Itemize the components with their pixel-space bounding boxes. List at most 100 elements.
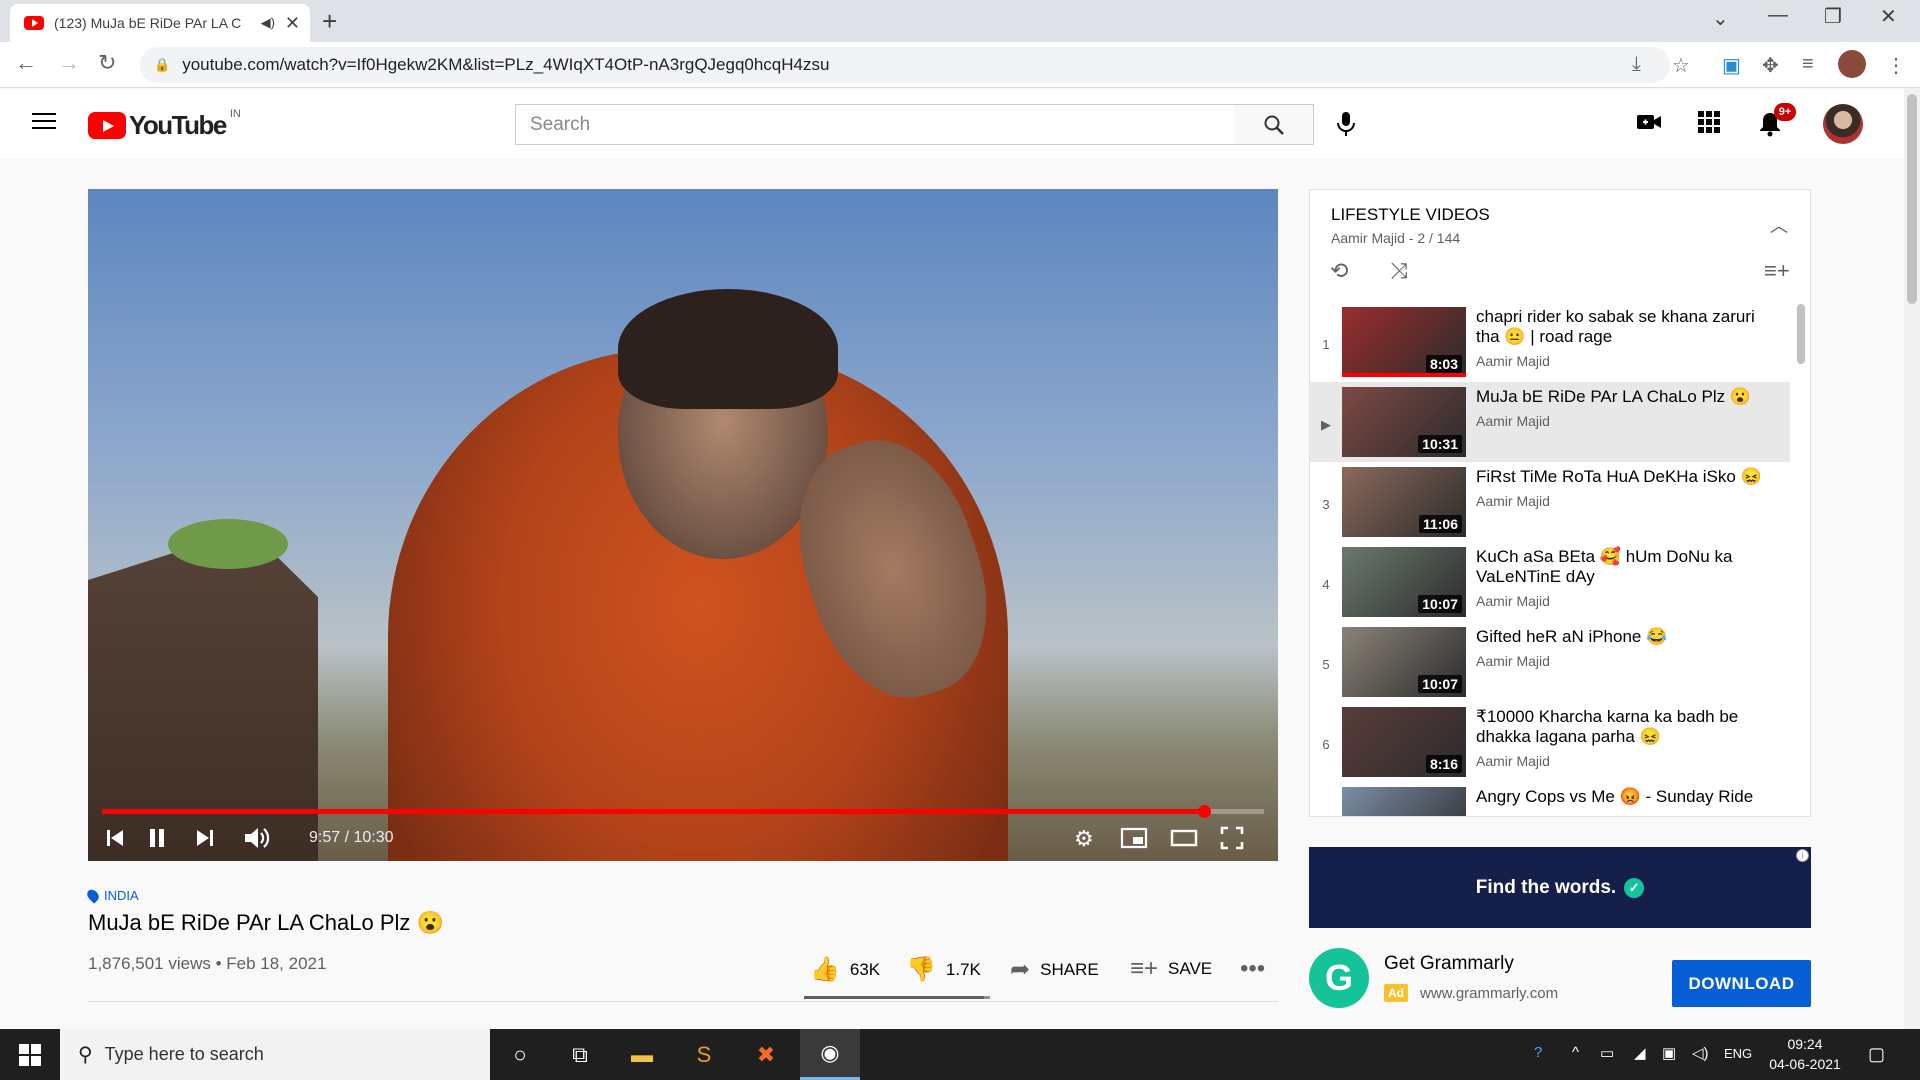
page-scrollbar[interactable]: [1904, 88, 1920, 1029]
dislike-button[interactable]: 👎 1.7K: [906, 955, 981, 984]
playlist-item-title[interactable]: chapri rider ko sabak se khana zaruri th…: [1476, 307, 1776, 347]
task-view-icon[interactable]: ⧉: [550, 1029, 610, 1080]
watched-progress: [1342, 373, 1466, 377]
sublime-text-icon[interactable]: S: [674, 1029, 734, 1080]
search-icon: [1264, 115, 1284, 135]
search-button[interactable]: [1234, 104, 1314, 145]
file-explorer-icon[interactable]: ▬: [612, 1029, 672, 1080]
grammarly-logo-icon[interactable]: G: [1309, 948, 1369, 1008]
playlist-item-thumbnail[interactable]: [1342, 787, 1466, 816]
playlist-item-title[interactable]: Gifted heR aN iPhone 😂: [1476, 627, 1776, 647]
playlist-item-thumbnail[interactable]: 10:07: [1342, 627, 1466, 697]
reload-icon[interactable]: ↻: [98, 50, 116, 76]
playlist-title[interactable]: LIFESTYLE VIDEOS: [1331, 205, 1490, 225]
video-player[interactable]: 9:57 / 10:30 ⚙: [88, 189, 1278, 861]
ad-name[interactable]: Get Grammarly: [1384, 953, 1514, 975]
chrome-menu-icon[interactable]: ⋮: [1886, 53, 1906, 78]
clock[interactable]: 09:24 04-06-2021: [1755, 1034, 1855, 1074]
restore-icon[interactable]: ❐: [1824, 4, 1842, 29]
collapse-chevron-icon[interactable]: ︿: [1770, 212, 1788, 238]
more-actions-button[interactable]: •••: [1240, 955, 1265, 983]
tray-chevron-icon[interactable]: ^: [1572, 1044, 1579, 1061]
extensions-puzzle-icon[interactable]: ✥: [1762, 53, 1779, 78]
share-arrow-icon: ➦: [1010, 956, 1031, 983]
playlist-item-thumbnail[interactable]: 8:03: [1342, 307, 1466, 377]
address-bar[interactable]: 🔒 youtube.com/watch?v=If0Hgekw2KM&list=P…: [140, 47, 1670, 83]
bookmark-star-icon[interactable]: ☆: [1672, 53, 1690, 78]
playlist-item-title[interactable]: MuJa bE RiDe PAr LA ChaLo Plz 😮: [1476, 387, 1776, 407]
xampp-icon[interactable]: ✖: [736, 1029, 796, 1080]
close-window-icon[interactable]: ✕: [1880, 4, 1897, 29]
taskbar-search[interactable]: ⚲ Type here to search: [60, 1029, 490, 1080]
network-icon[interactable]: ▣: [1662, 1044, 1676, 1062]
like-button[interactable]: 👍 63K: [810, 955, 880, 984]
playlist-item-title[interactable]: ₹10000 Kharcha karna ka badh be dhakka l…: [1476, 707, 1776, 747]
share-label: SHARE: [1040, 959, 1099, 979]
account-avatar[interactable]: [1823, 104, 1863, 144]
profile-avatar-icon[interactable]: [1838, 50, 1866, 78]
playlist-item-thumbnail[interactable]: 10:07: [1342, 547, 1466, 617]
playlist-item-thumbnail[interactable]: 10:31: [1342, 387, 1466, 457]
create-video-icon[interactable]: [1636, 111, 1662, 139]
playlist-item-title[interactable]: KuCh aSa BEta 🥰 hUm DoNu ka VaLeNTinE dA…: [1476, 547, 1776, 587]
wifi-icon[interactable]: ◢: [1634, 1044, 1646, 1062]
language-indicator[interactable]: ENG: [1724, 1046, 1752, 1061]
theater-mode-icon[interactable]: [1170, 826, 1198, 856]
download-button[interactable]: DOWNLOAD: [1672, 960, 1811, 1007]
playlist-item-title[interactable]: FiRst TiMe RoTa HuA DeKHa iSko 😖: [1476, 467, 1776, 487]
browser-tab[interactable]: (123) MuJa bE RiDe PAr LA C ◀) ✕: [10, 4, 310, 42]
page-scrollbar-thumb[interactable]: [1907, 94, 1917, 304]
action-center-icon[interactable]: ▢: [1868, 1044, 1885, 1065]
youtube-logo[interactable]: YouTube IN: [88, 108, 241, 141]
miniplayer-icon[interactable]: [1120, 826, 1148, 856]
playlist-item-duration: 8:16: [1425, 755, 1462, 773]
playlist-item[interactable]: Angry Cops vs Me 😡 - Sunday Ride: [1310, 782, 1790, 816]
start-button[interactable]: [0, 1029, 60, 1080]
tab-close-icon[interactable]: ✕: [285, 13, 300, 34]
cortana-icon[interactable]: ○: [490, 1029, 550, 1080]
fullscreen-icon[interactable]: [1220, 826, 1244, 856]
forward-icon[interactable]: →: [58, 50, 80, 76]
playlist-item[interactable]: 6 8:16 ₹10000 Kharcha karna ka badh be dha…: [1310, 702, 1790, 782]
ad-banner[interactable]: Find the words. ✓: [1309, 847, 1811, 928]
next-icon[interactable]: [194, 827, 216, 855]
shuffle-icon[interactable]: ⤨: [1390, 258, 1408, 284]
pause-icon[interactable]: [146, 827, 168, 855]
new-tab-icon[interactable]: +: [322, 6, 337, 37]
playlist-item[interactable]: ▶ 10:31 MuJa bE RiDe PAr LA ChaLo Plz 😮 Aam…: [1310, 382, 1790, 462]
search-icon: ⚲: [78, 1044, 93, 1066]
playlist-item-thumbnail[interactable]: 8:16: [1342, 707, 1466, 777]
save-button[interactable]: ≡+ SAVE: [1130, 955, 1212, 983]
playlist-item-thumbnail[interactable]: 11:06: [1342, 467, 1466, 537]
tab-search-icon[interactable]: ⌄: [1712, 6, 1729, 31]
playlist-item[interactable]: 1 8:03 chapri rider ko sabak se khana zaru…: [1310, 302, 1790, 382]
apps-grid-icon[interactable]: [1698, 111, 1720, 140]
playlist-item[interactable]: 4 10:07 KuCh aSa BEta 🥰 hUm DoNu ka VaLeNT…: [1310, 542, 1790, 622]
minimize-icon[interactable]: —: [1768, 4, 1788, 27]
playlist-item-title[interactable]: Angry Cops vs Me 😡 - Sunday Ride: [1476, 787, 1776, 807]
progress-bar[interactable]: [102, 805, 1264, 818]
location-tag[interactable]: INDIA: [84, 887, 139, 904]
battery-icon[interactable]: ▭: [1600, 1044, 1614, 1062]
back-icon[interactable]: ←: [15, 50, 37, 76]
menu-icon[interactable]: [32, 113, 56, 131]
playlist-item[interactable]: 3 11:06 FiRst TiMe RoTa HuA DeKHa iSko 😖 Aa…: [1310, 462, 1790, 542]
ad-info-icon[interactable]: i: [1796, 849, 1809, 862]
previous-icon[interactable]: [104, 827, 126, 855]
microphone-icon[interactable]: [1336, 111, 1356, 144]
chrome-icon[interactable]: ◉: [800, 1029, 860, 1080]
volume-icon[interactable]: [243, 826, 271, 856]
settings-gear-icon[interactable]: ⚙: [1074, 826, 1094, 852]
loop-playlist-icon[interactable]: ⟲: [1330, 258, 1348, 284]
add-to-playlist-icon[interactable]: ≡+: [1764, 258, 1790, 284]
media-control-icon[interactable]: ≡: [1802, 53, 1814, 76]
extension-icon[interactable]: ▣: [1722, 53, 1741, 78]
playlist-item[interactable]: 5 10:07 Gifted heR aN iPhone 😂 Aamir Majid: [1310, 622, 1790, 702]
share-button[interactable]: ➦ SHARE: [1010, 955, 1099, 984]
speaker-icon[interactable]: ◁): [1692, 1044, 1709, 1062]
playlist-scrollbar[interactable]: [1797, 304, 1805, 364]
tab-audio-icon[interactable]: ◀): [261, 15, 275, 31]
install-app-icon[interactable]: ⤓: [1632, 53, 1641, 76]
search-input[interactable]: [516, 105, 1234, 144]
help-icon[interactable]: ?: [1534, 1044, 1542, 1061]
